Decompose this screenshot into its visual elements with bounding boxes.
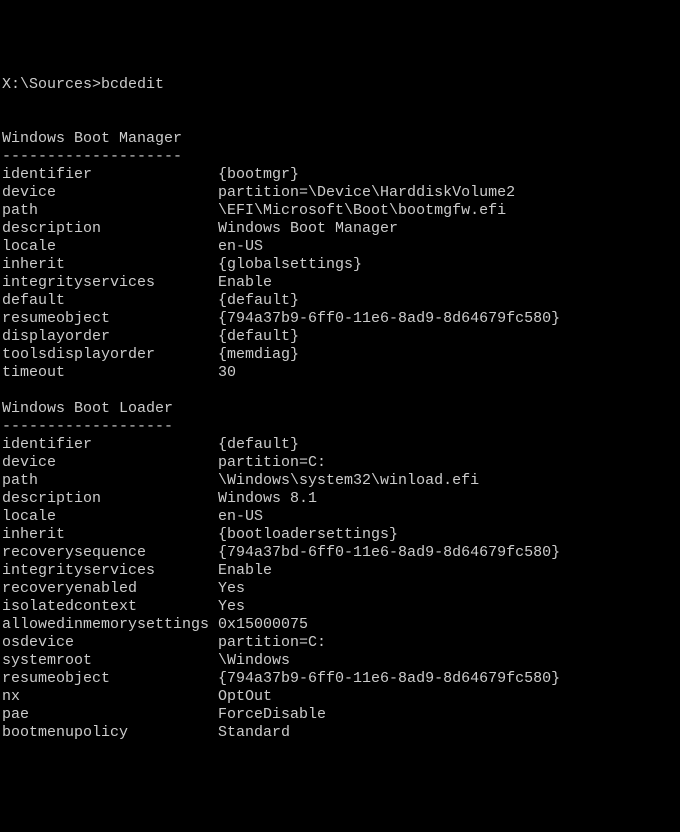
entry-row: toolsdisplayorder{memdiag} [2, 346, 678, 364]
entry-key: locale [2, 238, 218, 256]
entry-value: ForceDisable [218, 706, 326, 724]
entry-key: device [2, 184, 218, 202]
entry-value: {default} [218, 436, 299, 454]
entry-row: path\Windows\system32\winload.efi [2, 472, 678, 490]
entry-key: identifier [2, 166, 218, 184]
entry-value: Windows 8.1 [218, 490, 317, 508]
entry-key: osdevice [2, 634, 218, 652]
entry-value: Enable [218, 274, 272, 292]
entry-value: Standard [218, 724, 290, 742]
entry-key: resumeobject [2, 670, 218, 688]
entry-row: path\EFI\Microsoft\Boot\bootmgfw.efi [2, 202, 678, 220]
entry-value: {default} [218, 292, 299, 310]
command-text: bcdedit [101, 76, 164, 93]
entry-value: Yes [218, 598, 245, 616]
entry-row: descriptionWindows Boot Manager [2, 220, 678, 238]
entry-row: localeen-US [2, 508, 678, 526]
entry-key: timeout [2, 364, 218, 382]
entry-row: recoverysequence{794a37bd-6ff0-11e6-8ad9… [2, 544, 678, 562]
entry-key: integrityservices [2, 562, 218, 580]
entry-row: integrityservicesEnable [2, 274, 678, 292]
entry-key: pae [2, 706, 218, 724]
entry-value: en-US [218, 508, 263, 526]
entry-key: device [2, 454, 218, 472]
entry-row: isolatedcontextYes [2, 598, 678, 616]
entry-value: {bootloadersettings} [218, 526, 398, 544]
entry-row: inherit{globalsettings} [2, 256, 678, 274]
entry-row: descriptionWindows 8.1 [2, 490, 678, 508]
entry-value: Enable [218, 562, 272, 580]
entry-row: systemroot\Windows [2, 652, 678, 670]
entry-value: OptOut [218, 688, 272, 706]
entry-value: partition=\Device\HarddiskVolume2 [218, 184, 515, 202]
entry-value: \Windows [218, 652, 290, 670]
entry-key: description [2, 220, 218, 238]
entry-row: resumeobject{794a37b9-6ff0-11e6-8ad9-8d6… [2, 670, 678, 688]
entry-row: devicepartition=C: [2, 454, 678, 472]
entry-value: {794a37b9-6ff0-11e6-8ad9-8d64679fc580} [218, 310, 560, 328]
prompt: X:\Sources> [2, 76, 101, 93]
section-header: Windows Boot Manager [2, 130, 678, 148]
entry-value: {default} [218, 328, 299, 346]
entry-value: partition=C: [218, 454, 326, 472]
entry-row: localeen-US [2, 238, 678, 256]
entry-row: integrityservicesEnable [2, 562, 678, 580]
entry-row: bootmenupolicyStandard [2, 724, 678, 742]
entry-key: integrityservices [2, 274, 218, 292]
entry-row: osdevicepartition=C: [2, 634, 678, 652]
entry-value: \EFI\Microsoft\Boot\bootmgfw.efi [218, 202, 506, 220]
terminal-output: Windows Boot Manager--------------------… [2, 112, 678, 742]
entry-row: displayorder{default} [2, 328, 678, 346]
entry-value: {globalsettings} [218, 256, 362, 274]
command-line[interactable]: X:\Sources>bcdedit [2, 76, 678, 94]
entry-row: paeForceDisable [2, 706, 678, 724]
entry-key: allowedinmemorysettings [2, 616, 218, 634]
entry-row: inherit{bootloadersettings} [2, 526, 678, 544]
entry-key: path [2, 472, 218, 490]
entry-key: recoverysequence [2, 544, 218, 562]
entry-row: recoveryenabledYes [2, 580, 678, 598]
entry-key: recoveryenabled [2, 580, 218, 598]
entry-row: timeout30 [2, 364, 678, 382]
entry-value: 30 [218, 364, 236, 382]
entry-key: displayorder [2, 328, 218, 346]
entry-row: nxOptOut [2, 688, 678, 706]
entry-key: toolsdisplayorder [2, 346, 218, 364]
entry-key: inherit [2, 526, 218, 544]
entry-row: devicepartition=\Device\HarddiskVolume2 [2, 184, 678, 202]
entry-value: {memdiag} [218, 346, 299, 364]
blank-line [2, 382, 678, 400]
section-header: Windows Boot Loader [2, 400, 678, 418]
entry-key: path [2, 202, 218, 220]
entry-value: {bootmgr} [218, 166, 299, 184]
entry-row: resumeobject{794a37b9-6ff0-11e6-8ad9-8d6… [2, 310, 678, 328]
entry-key: default [2, 292, 218, 310]
entry-value: \Windows\system32\winload.efi [218, 472, 479, 490]
entry-key: bootmenupolicy [2, 724, 218, 742]
entry-value: {794a37bd-6ff0-11e6-8ad9-8d64679fc580} [218, 544, 560, 562]
entry-key: locale [2, 508, 218, 526]
entry-value: 0x15000075 [218, 616, 308, 634]
entry-key: description [2, 490, 218, 508]
entry-value: Yes [218, 580, 245, 598]
entry-row: default{default} [2, 292, 678, 310]
entry-key: systemroot [2, 652, 218, 670]
entry-key: resumeobject [2, 310, 218, 328]
entry-key: inherit [2, 256, 218, 274]
entry-row: identifier{bootmgr} [2, 166, 678, 184]
entry-row: allowedinmemorysettings0x15000075 [2, 616, 678, 634]
entry-value: Windows Boot Manager [218, 220, 398, 238]
section-divider: -------------------- [2, 148, 678, 166]
entry-row: identifier{default} [2, 436, 678, 454]
entry-value: en-US [218, 238, 263, 256]
entry-key: nx [2, 688, 218, 706]
entry-key: isolatedcontext [2, 598, 218, 616]
section-divider: ------------------- [2, 418, 678, 436]
entry-value: {794a37b9-6ff0-11e6-8ad9-8d64679fc580} [218, 670, 560, 688]
blank-line [2, 112, 678, 130]
entry-value: partition=C: [218, 634, 326, 652]
entry-key: identifier [2, 436, 218, 454]
